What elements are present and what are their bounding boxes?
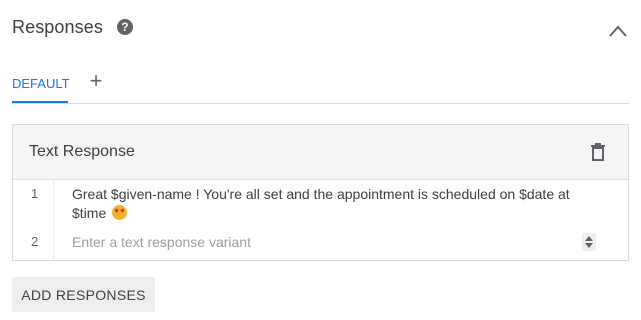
card-title: Text Response — [29, 143, 135, 160]
response-tabs: DEFAULT + — [12, 70, 629, 104]
trash-icon[interactable] — [590, 143, 606, 161]
row-number-1: 1 — [31, 186, 39, 201]
row-number-2: 2 — [31, 234, 39, 249]
chevron-up-icon[interactable] — [608, 24, 628, 38]
response-variant-1-text: Great $given-name ! You're all set and t… — [72, 186, 570, 221]
add-responses-button[interactable]: ADD RESPONSES — [12, 277, 155, 312]
star-struck-emoji-icon — [112, 205, 128, 220]
card-header: Text Response — [13, 125, 628, 180]
add-tab-icon[interactable]: + — [87, 70, 105, 92]
responses-header: Responses ? — [12, 14, 133, 40]
section-title: Responses — [12, 16, 103, 37]
line-number-gutter — [53, 180, 54, 260]
response-variant-input[interactable] — [72, 231, 592, 253]
text-response-card: Text Response 1 Great $given-name ! You'… — [12, 124, 629, 261]
help-icon[interactable]: ? — [116, 19, 133, 35]
resize-stepper-icon[interactable] — [582, 233, 596, 251]
tab-default[interactable]: DEFAULT — [12, 70, 70, 103]
response-variant-1[interactable]: Great $given-name ! You're all set and t… — [72, 185, 572, 223]
